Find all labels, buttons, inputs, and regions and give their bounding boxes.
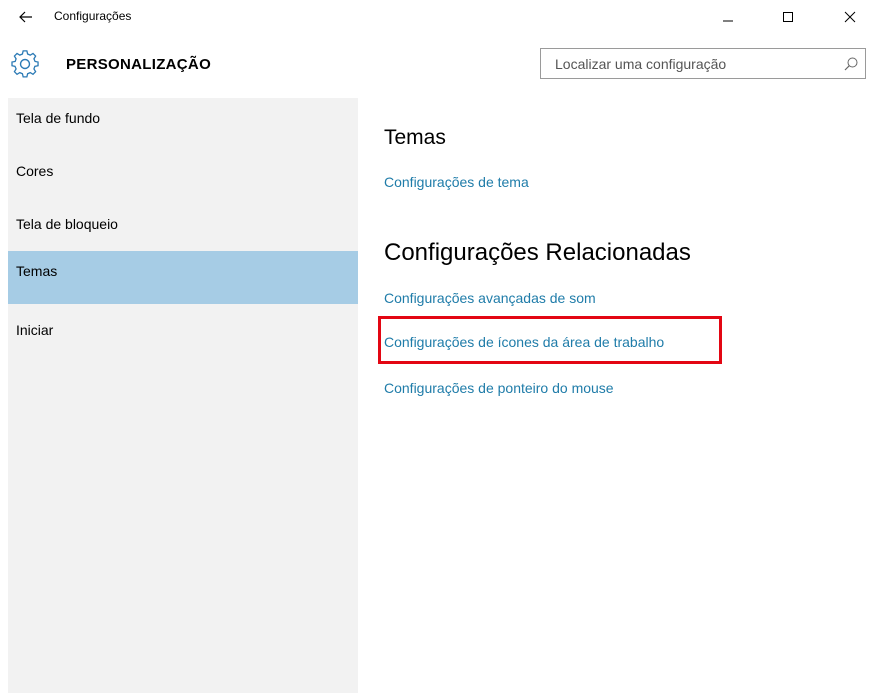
desktop-icon-settings-link[interactable]: Configurações de ícones da área de traba… bbox=[384, 334, 664, 350]
window-title: Configurações bbox=[54, 9, 132, 23]
theme-settings-link[interactable]: Configurações de tema bbox=[384, 174, 529, 190]
sidebar-item-tela-de-fundo[interactable]: Tela de fundo bbox=[8, 98, 358, 151]
sidebar-item-cores[interactable]: Cores bbox=[8, 151, 358, 204]
page-title: PERSONALIZAÇÃO bbox=[66, 56, 212, 73]
mouse-pointer-settings-link[interactable]: Configurações de ponteiro do mouse bbox=[384, 380, 614, 396]
advanced-sound-settings-link[interactable]: Configurações avançadas de som bbox=[384, 290, 596, 306]
sidebar-item-label: Tela de bloqueio bbox=[16, 216, 118, 232]
search-icon[interactable] bbox=[843, 56, 859, 72]
close-icon bbox=[844, 11, 856, 23]
sidebar-item-label: Iniciar bbox=[16, 322, 54, 338]
sidebar-item-label: Tela de fundo bbox=[16, 110, 101, 126]
search-box[interactable] bbox=[540, 48, 866, 79]
section-heading-themes: Temas bbox=[384, 126, 446, 149]
maximize-button[interactable] bbox=[770, 4, 806, 30]
sidebar-item-temas[interactable]: Temas bbox=[8, 251, 358, 304]
title-bar: Configurações bbox=[0, 0, 872, 36]
page-header: PERSONALIZAÇÃO bbox=[0, 36, 872, 98]
close-button[interactable] bbox=[832, 4, 868, 30]
sidebar-item-tela-de-bloqueio[interactable]: Tela de bloqueio bbox=[8, 204, 358, 257]
minimize-icon bbox=[723, 20, 733, 22]
sidebar-item-label: Temas bbox=[16, 263, 58, 279]
search-input[interactable] bbox=[541, 49, 831, 78]
section-heading-related: Configurações Relacionadas bbox=[384, 239, 691, 266]
minimize-button[interactable] bbox=[710, 4, 746, 30]
back-arrow-icon bbox=[19, 11, 32, 23]
sidebar-item-label: Cores bbox=[16, 163, 54, 179]
back-button[interactable] bbox=[14, 6, 38, 28]
gear-icon bbox=[11, 50, 39, 78]
main-content: Temas Configurações de tema Configuraçõe… bbox=[358, 98, 872, 693]
sidebar-nav: Tela de fundo Cores Tela de bloqueio Tem… bbox=[8, 98, 358, 693]
maximize-icon bbox=[783, 12, 793, 22]
sidebar-item-iniciar[interactable]: Iniciar bbox=[8, 310, 358, 363]
